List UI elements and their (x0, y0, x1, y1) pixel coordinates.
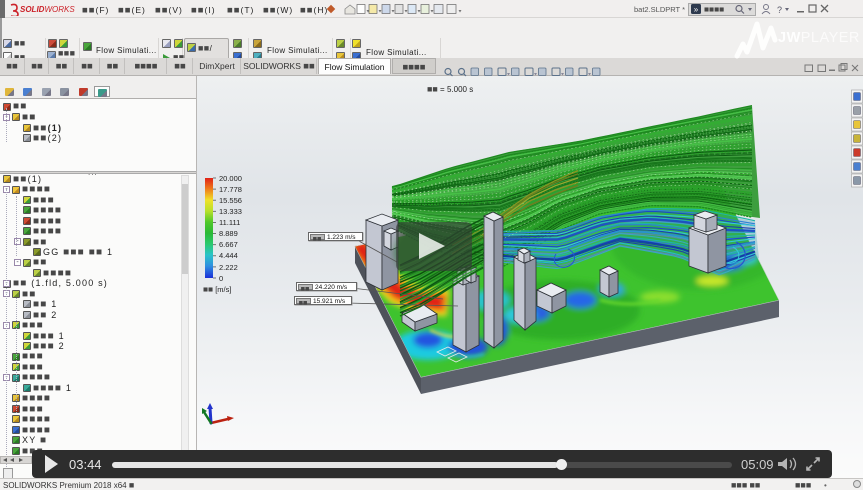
svg-text:?: ? (777, 5, 782, 15)
svg-text:»: » (694, 5, 699, 14)
